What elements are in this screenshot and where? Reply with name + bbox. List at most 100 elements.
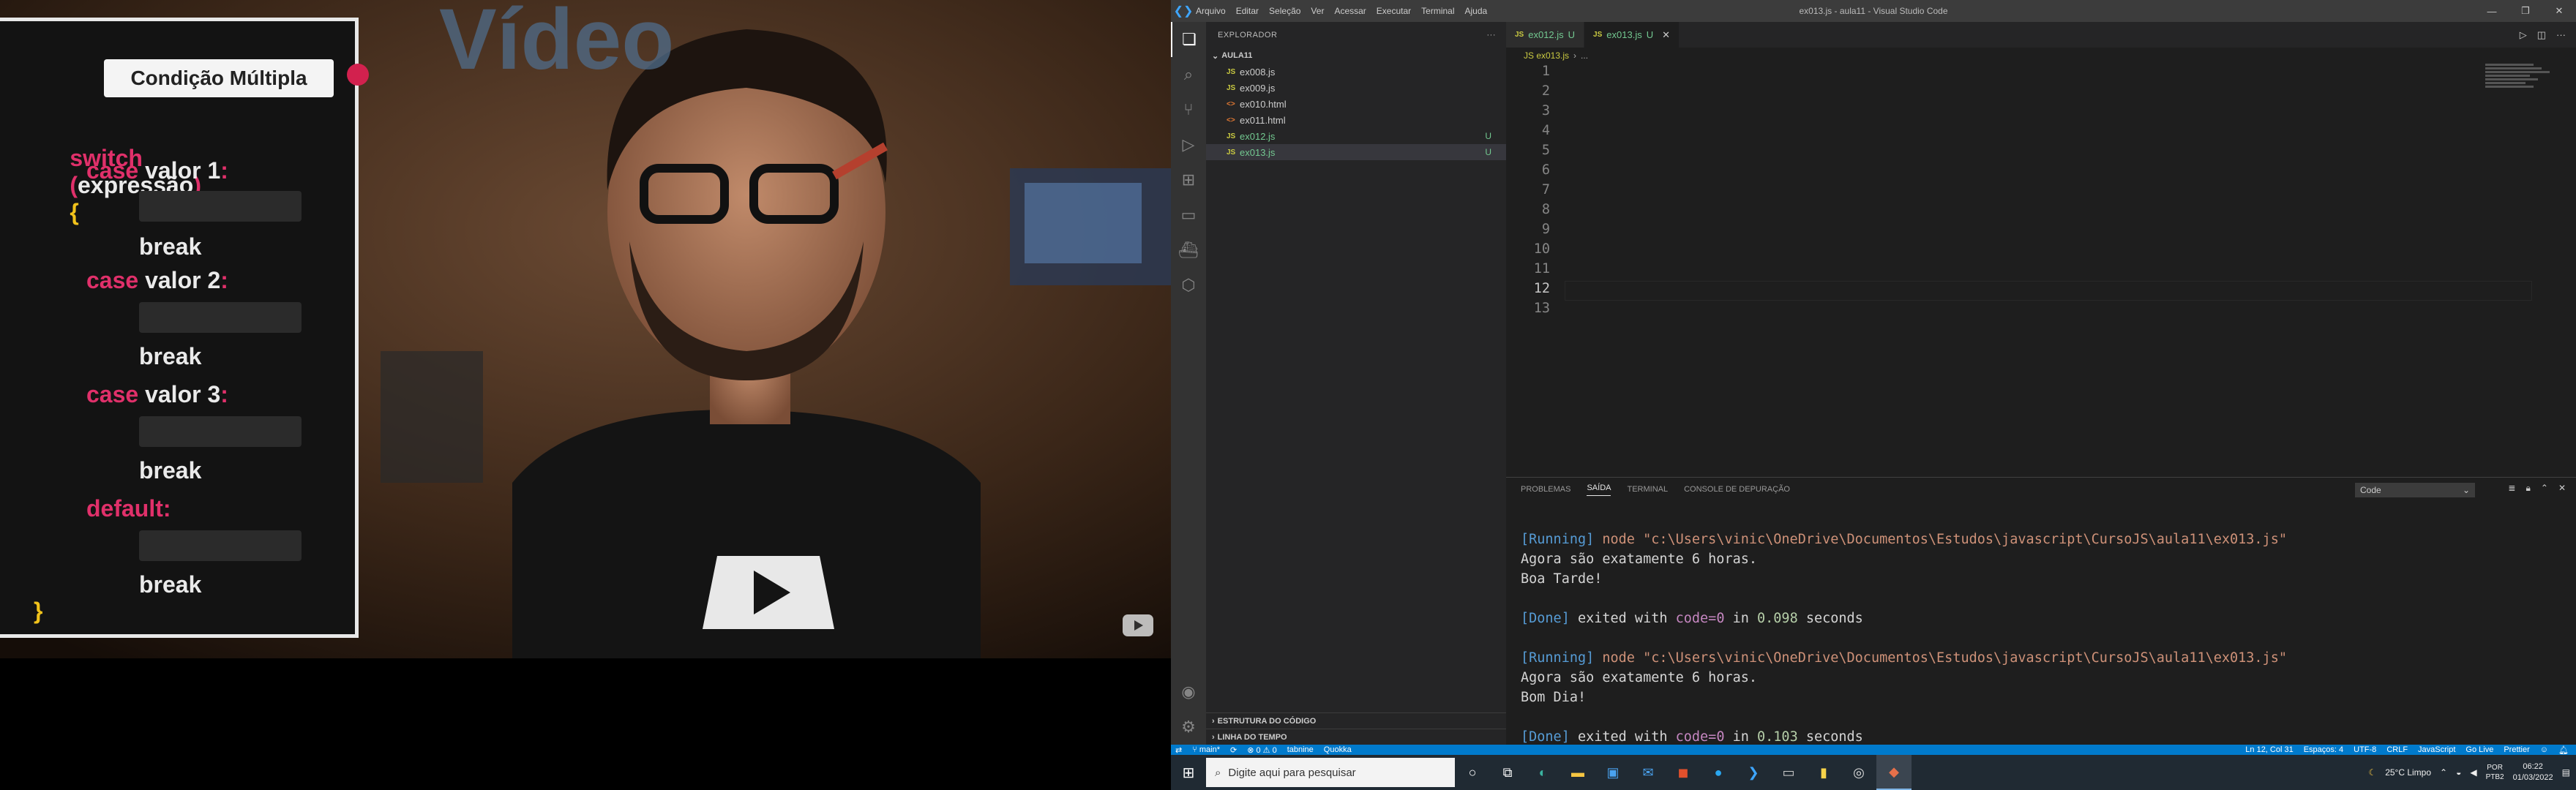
file-ex012[interactable]: JS ex012.js U xyxy=(1206,128,1506,144)
remote-explorer-icon[interactable]: ▭ xyxy=(1171,198,1206,233)
clear-output-icon[interactable]: ≣ xyxy=(2508,483,2515,494)
explorer-icon[interactable]: ❏ xyxy=(1171,22,1206,57)
output-channel-select[interactable]: Code ⌄ xyxy=(2355,483,2475,497)
close-panel-icon[interactable]: ✕ xyxy=(2558,483,2566,494)
sync-icon[interactable]: ⟳ xyxy=(1230,745,1237,755)
youtube-logo-icon[interactable] xyxy=(1123,614,1153,636)
chevron-right-icon: › xyxy=(1212,732,1215,742)
obs-icon[interactable]: ◎ xyxy=(1841,755,1876,790)
chevron-right-icon: › xyxy=(1212,716,1215,726)
go-live-button[interactable]: Go Live xyxy=(2465,745,2493,754)
task-view-icon[interactable]: ⧉ xyxy=(1490,755,1525,790)
office-icon[interactable]: ◼ xyxy=(1666,755,1701,790)
prettier-status[interactable]: Prettier xyxy=(2504,745,2529,754)
cursor-position[interactable]: Ln 12, Col 31 xyxy=(2245,745,2293,754)
line-ending[interactable]: CRLF xyxy=(2386,745,2408,754)
edge-icon[interactable]: ◐ xyxy=(1525,755,1560,790)
breadcrumb-symbol[interactable]: ... xyxy=(1581,50,1588,61)
outline-section[interactable]: › ESTRUTURA DO CÓDIGO xyxy=(1206,712,1506,729)
html-file-icon: <> xyxy=(1227,116,1235,124)
taskbar-search-box[interactable]: ⌕ Digite aqui para pesquisar xyxy=(1206,758,1455,787)
close-icon[interactable]: ✕ xyxy=(2542,0,2576,22)
indentation[interactable]: Espaços: 4 xyxy=(2304,745,2343,754)
encoding[interactable]: UTF-8 xyxy=(2354,745,2376,754)
chevron-right-icon: › xyxy=(1573,50,1577,61)
clock[interactable]: 06:22 01/03/2022 xyxy=(2513,761,2553,783)
file-ex009[interactable]: JS ex009.js xyxy=(1206,80,1506,96)
tab-terminal[interactable]: TERMINAL xyxy=(1627,485,1668,494)
tab-saida[interactable]: SAÍDA xyxy=(1587,484,1611,496)
vscode-taskbar-icon[interactable]: ❯ xyxy=(1736,755,1771,790)
restore-icon[interactable]: ❐ xyxy=(2509,0,2542,22)
network-icon[interactable]: ◒ xyxy=(2456,767,2461,778)
timeline-section[interactable]: › LINHA DO TEMPO xyxy=(1206,729,1506,745)
weather-text[interactable]: 25°C Limpo xyxy=(2385,767,2431,778)
settings-sync-icon[interactable]: ⬡ xyxy=(1171,268,1206,303)
sticky-notes-icon[interactable]: ▮ xyxy=(1806,755,1841,790)
lock-icon[interactable]: 🔒︎ xyxy=(2526,483,2530,494)
done-in: in xyxy=(1724,729,1758,745)
bell-icon[interactable]: 🔔︎ xyxy=(2558,745,2569,755)
remote-icon[interactable]: ⇄ xyxy=(1175,745,1182,755)
menu-selecao[interactable]: Seleção xyxy=(1269,6,1300,16)
extensions-icon[interactable]: ⊞ xyxy=(1171,162,1206,198)
tabnine-status[interactable]: tabnine xyxy=(1287,745,1314,754)
docker-icon[interactable]: ⛴ xyxy=(1171,233,1206,268)
menu-ver[interactable]: Ver xyxy=(1311,6,1324,16)
split-editor-icon[interactable]: ◫ xyxy=(2537,29,2546,41)
file-ex013[interactable]: JS ex013.js U xyxy=(1206,144,1506,160)
file-ex010[interactable]: <> ex010.html xyxy=(1206,96,1506,112)
git-branch[interactable]: ⑂ main* xyxy=(1192,745,1220,754)
notification-icon[interactable]: ▤ xyxy=(2562,767,2570,778)
close-tab-icon[interactable]: ✕ xyxy=(1662,29,1670,41)
menu-acessar[interactable]: Acessar xyxy=(1334,6,1366,16)
folder-aula11[interactable]: ⌄ AULA11 xyxy=(1206,48,1506,64)
minimap[interactable] xyxy=(2485,64,2566,108)
line-number-current: 12 xyxy=(1533,281,1550,296)
store-icon[interactable]: ▣ xyxy=(1595,755,1630,790)
file-ex011[interactable]: <> ex011.html xyxy=(1206,112,1506,128)
search-icon[interactable]: ⌕ xyxy=(1171,57,1206,92)
chevron-up-icon[interactable]: ⌃ xyxy=(2440,767,2447,778)
cortana-icon[interactable]: ○ xyxy=(1455,755,1490,790)
skype-icon[interactable]: ● xyxy=(1701,755,1736,790)
editor-actions: ▷ ◫ ··· xyxy=(2520,22,2576,48)
menu-editar[interactable]: Editar xyxy=(1236,6,1259,16)
language-mode[interactable]: JavaScript xyxy=(2418,745,2455,754)
tab-problemas[interactable]: PROBLEMAS xyxy=(1521,485,1570,494)
maximize-panel-icon[interactable]: ⌃ xyxy=(2541,483,2548,494)
breadcrumb-file[interactable]: JS ex013.js xyxy=(1524,50,1569,61)
running-tag: [Running] xyxy=(1521,532,1595,547)
problems-count[interactable]: ⊗ 0 ⚠ 0 xyxy=(1247,745,1276,755)
volume-icon[interactable]: ◀ xyxy=(2470,767,2476,778)
terminal-icon[interactable]: ▭ xyxy=(1771,755,1806,790)
exit-code: code=0 xyxy=(1675,611,1725,626)
feedback-icon[interactable]: ☺ xyxy=(2540,745,2548,754)
menu-executar[interactable]: Executar xyxy=(1377,6,1411,16)
account-icon[interactable]: ◉ xyxy=(1171,674,1206,710)
menu-arquivo[interactable]: Arquivo xyxy=(1196,6,1226,16)
quokka-status[interactable]: Quokka xyxy=(1324,745,1352,754)
more-actions-icon[interactable]: ··· xyxy=(1487,31,1497,40)
menu-ajuda[interactable]: Ajuda xyxy=(1465,6,1488,16)
menu-terminal[interactable]: Terminal xyxy=(1421,6,1454,16)
tab-ex012[interactable]: JS ex012.js U xyxy=(1506,22,1585,48)
minimize-icon[interactable]: — xyxy=(2475,0,2509,22)
source-control-icon[interactable]: ⑂ xyxy=(1171,92,1206,127)
more-actions-icon[interactable]: ··· xyxy=(2556,29,2566,40)
tab-console-depuracao[interactable]: CONSOLE DE DEPURAÇÃO xyxy=(1684,485,1790,494)
tab-ex013[interactable]: JS ex013.js U ✕ xyxy=(1584,22,1680,48)
run-code-icon[interactable]: ▷ xyxy=(2520,29,2527,41)
gear-icon[interactable]: ⚙ xyxy=(1171,710,1206,745)
file-ex008[interactable]: JS ex008.js xyxy=(1206,64,1506,80)
mail-icon[interactable]: ✉ xyxy=(1630,755,1666,790)
tab-badge: U xyxy=(1646,29,1654,40)
input-language[interactable]: POR PTB2 xyxy=(2486,763,2504,782)
editor-tabs: JS ex012.js U JS ex013.js U ✕ ▷ ◫ ··· xyxy=(1506,22,2576,48)
file-explorer-icon[interactable]: ▬ xyxy=(1560,755,1595,790)
recorder-icon[interactable]: ◆ xyxy=(1876,755,1912,790)
chevron-down-icon: ⌄ xyxy=(2462,485,2470,495)
windows-start-icon[interactable]: ⊞ xyxy=(1171,755,1206,790)
run-debug-icon[interactable]: ▷ xyxy=(1171,127,1206,162)
